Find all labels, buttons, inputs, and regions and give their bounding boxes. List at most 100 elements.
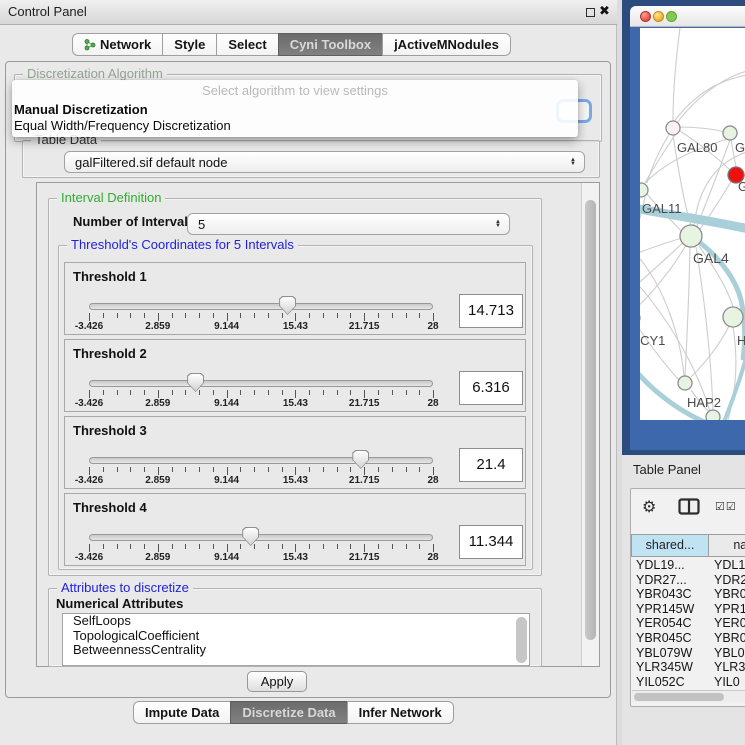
number-of-intervals-combobox[interactable]: 5 ▲ ▼ bbox=[187, 213, 510, 235]
network-node[interactable] bbox=[706, 410, 720, 420]
number-of-intervals-label: Number of Intervals bbox=[73, 214, 195, 229]
slider-tick-label: 15.43 bbox=[283, 552, 308, 563]
slider-tick bbox=[158, 467, 159, 475]
mac-zoom-button[interactable] bbox=[666, 11, 677, 22]
table-row[interactable]: YPR145WYPR1 bbox=[632, 602, 745, 617]
table-row[interactable]: YLR345WYLR3 bbox=[632, 660, 745, 675]
slider-tick bbox=[419, 544, 420, 549]
attribute-item-betweennesscentrality[interactable]: BetweennessCentrality bbox=[63, 643, 529, 658]
tab-discretize-data[interactable]: Discretize Data bbox=[230, 701, 347, 724]
slider-tick bbox=[103, 390, 104, 395]
slider-tick bbox=[172, 467, 173, 472]
control-panel-titlebar: Control Panel ✖ bbox=[0, 0, 617, 25]
tab-network[interactable]: Network bbox=[72, 33, 163, 56]
slider-track[interactable] bbox=[89, 303, 433, 310]
table-row[interactable]: YBR045CYBR0 bbox=[632, 631, 745, 646]
table-row[interactable]: YER054CYER0 bbox=[632, 616, 745, 631]
thresholds-group-title: Threshold's Coordinates for 5 Intervals bbox=[67, 237, 298, 252]
top-tabs: NetworkStyleSelectCyni ToolboxjActiveMNo… bbox=[72, 33, 511, 56]
slider-track[interactable] bbox=[89, 380, 433, 387]
algorithm-option-manual-discretization[interactable]: Manual Discretization bbox=[14, 102, 574, 118]
gear-icon[interactable]: ⚙ bbox=[642, 497, 656, 517]
slider-tick bbox=[185, 544, 186, 549]
threshold-value-field[interactable]: 21.4 bbox=[459, 448, 523, 482]
table-row[interactable]: YDL19...YDL1 bbox=[632, 558, 745, 573]
cell-name: YER0 bbox=[710, 616, 745, 631]
network-node[interactable] bbox=[723, 307, 743, 327]
threshold-value-field[interactable]: 14.713 bbox=[459, 294, 523, 328]
slider-tick bbox=[240, 467, 241, 472]
table-horizontal-scrollbar[interactable] bbox=[632, 690, 745, 702]
slider-tick bbox=[309, 467, 310, 472]
slider-tick bbox=[295, 467, 296, 475]
slider-track[interactable] bbox=[89, 534, 433, 541]
algorithm-placeholder: Select algorithm to view settings bbox=[12, 83, 578, 98]
network-canvas[interactable]: GAL80GAGGAL11GAL4GCY1HHAP2 bbox=[640, 28, 745, 420]
apply-button[interactable]: Apply bbox=[247, 671, 307, 692]
mac-close-button[interactable] bbox=[640, 11, 651, 22]
algorithm-option-equal-width-frequency-discretization[interactable]: Equal Width/Frequency Discretization bbox=[14, 118, 574, 134]
network-node[interactable] bbox=[640, 183, 648, 197]
numerical-attributes-label: Numerical Attributes bbox=[56, 596, 183, 611]
slider-tick bbox=[199, 313, 200, 318]
slider-thumb[interactable] bbox=[187, 373, 204, 392]
tab-infer-network[interactable]: Infer Network bbox=[347, 701, 454, 724]
tab-jactivemnodules[interactable]: jActiveMNodules bbox=[382, 33, 511, 56]
threshold-value-field[interactable]: 11.344 bbox=[459, 525, 523, 559]
mac-minimize-button[interactable] bbox=[653, 11, 664, 22]
attribute-item-selfloops[interactable]: SelfLoops bbox=[63, 614, 529, 629]
close-icon[interactable]: ✖ bbox=[599, 3, 610, 19]
network-node-label: GCY1 bbox=[640, 333, 665, 348]
slider-tick bbox=[378, 390, 379, 395]
viewport-scrollbar-thumb[interactable] bbox=[585, 200, 596, 640]
slider-tick bbox=[406, 544, 407, 549]
network-node-label: HAP2 bbox=[687, 395, 721, 410]
select-columns-checkbox-icons[interactable]: ☑☑ bbox=[715, 500, 737, 513]
slider-tick bbox=[172, 390, 173, 395]
attribute-item-topologicalcoefficient[interactable]: TopologicalCoefficient bbox=[63, 629, 529, 644]
table-row[interactable]: YBL079WYBL0 bbox=[632, 646, 745, 661]
network-node[interactable] bbox=[680, 225, 702, 247]
threshold-value-field[interactable]: 6.316 bbox=[459, 371, 523, 405]
slider-tick bbox=[378, 313, 379, 318]
slider-tick bbox=[89, 544, 90, 552]
tab-select[interactable]: Select bbox=[216, 33, 278, 56]
slider-tick bbox=[282, 467, 283, 472]
slider-tick bbox=[364, 544, 365, 552]
table-row[interactable]: YIL052CYIL0 bbox=[632, 675, 745, 690]
network-node[interactable] bbox=[666, 121, 680, 135]
float-window-icon[interactable] bbox=[586, 8, 595, 17]
table-data-combobox[interactable]: galFiltered.sif default node ▲ ▼ bbox=[64, 151, 585, 173]
column-header-name[interactable]: name bbox=[708, 534, 745, 557]
table-hscrollbar-thumb[interactable] bbox=[634, 693, 724, 701]
network-edge bbox=[673, 28, 680, 121]
threshold-panel-3: Threshold 3-3.4262.8599.14415.4321.71528… bbox=[64, 416, 526, 489]
slider-tick-label: 21.715 bbox=[349, 398, 380, 409]
number-of-intervals-value: 5 bbox=[188, 217, 495, 232]
slider-track[interactable] bbox=[89, 457, 433, 464]
attributes-group-title: Attributes to discretize bbox=[57, 580, 193, 595]
table-row[interactable]: YBR043CYBR0 bbox=[632, 587, 745, 602]
tab-style[interactable]: Style bbox=[162, 33, 217, 56]
numerical-attributes-list[interactable]: SelfLoopsTopologicalCoefficientBetweenne… bbox=[62, 613, 530, 666]
tab-cyni-toolbox[interactable]: Cyni Toolbox bbox=[278, 33, 383, 56]
threshold-panel-4: Threshold 4-3.4262.8599.14415.4321.71528… bbox=[64, 493, 526, 566]
slider-tick-label: 9.144 bbox=[214, 475, 239, 486]
network-node[interactable] bbox=[678, 376, 692, 390]
column-header-shared-[interactable]: shared... bbox=[631, 534, 709, 557]
network-node[interactable] bbox=[723, 126, 737, 140]
attribute-items: SelfLoopsTopologicalCoefficientBetweenne… bbox=[63, 614, 529, 658]
column-layout-icon[interactable] bbox=[678, 498, 700, 520]
list-scrollbar-thumb[interactable] bbox=[516, 617, 527, 663]
threshold-label: Threshold 4 bbox=[73, 500, 147, 515]
slider-thumb[interactable] bbox=[352, 450, 369, 469]
table-row[interactable]: YDR27...YDR2 bbox=[632, 573, 745, 588]
network-window-titlebar bbox=[630, 6, 745, 27]
slider-thumb[interactable] bbox=[242, 527, 259, 546]
viewport-scrollbar[interactable] bbox=[581, 183, 599, 666]
tab-impute-data[interactable]: Impute Data bbox=[133, 701, 231, 724]
combo-down-icon: ▼ bbox=[495, 224, 501, 229]
slider-tick bbox=[309, 313, 310, 318]
network-node-label: GA bbox=[735, 140, 745, 155]
slider-tick bbox=[227, 544, 228, 552]
